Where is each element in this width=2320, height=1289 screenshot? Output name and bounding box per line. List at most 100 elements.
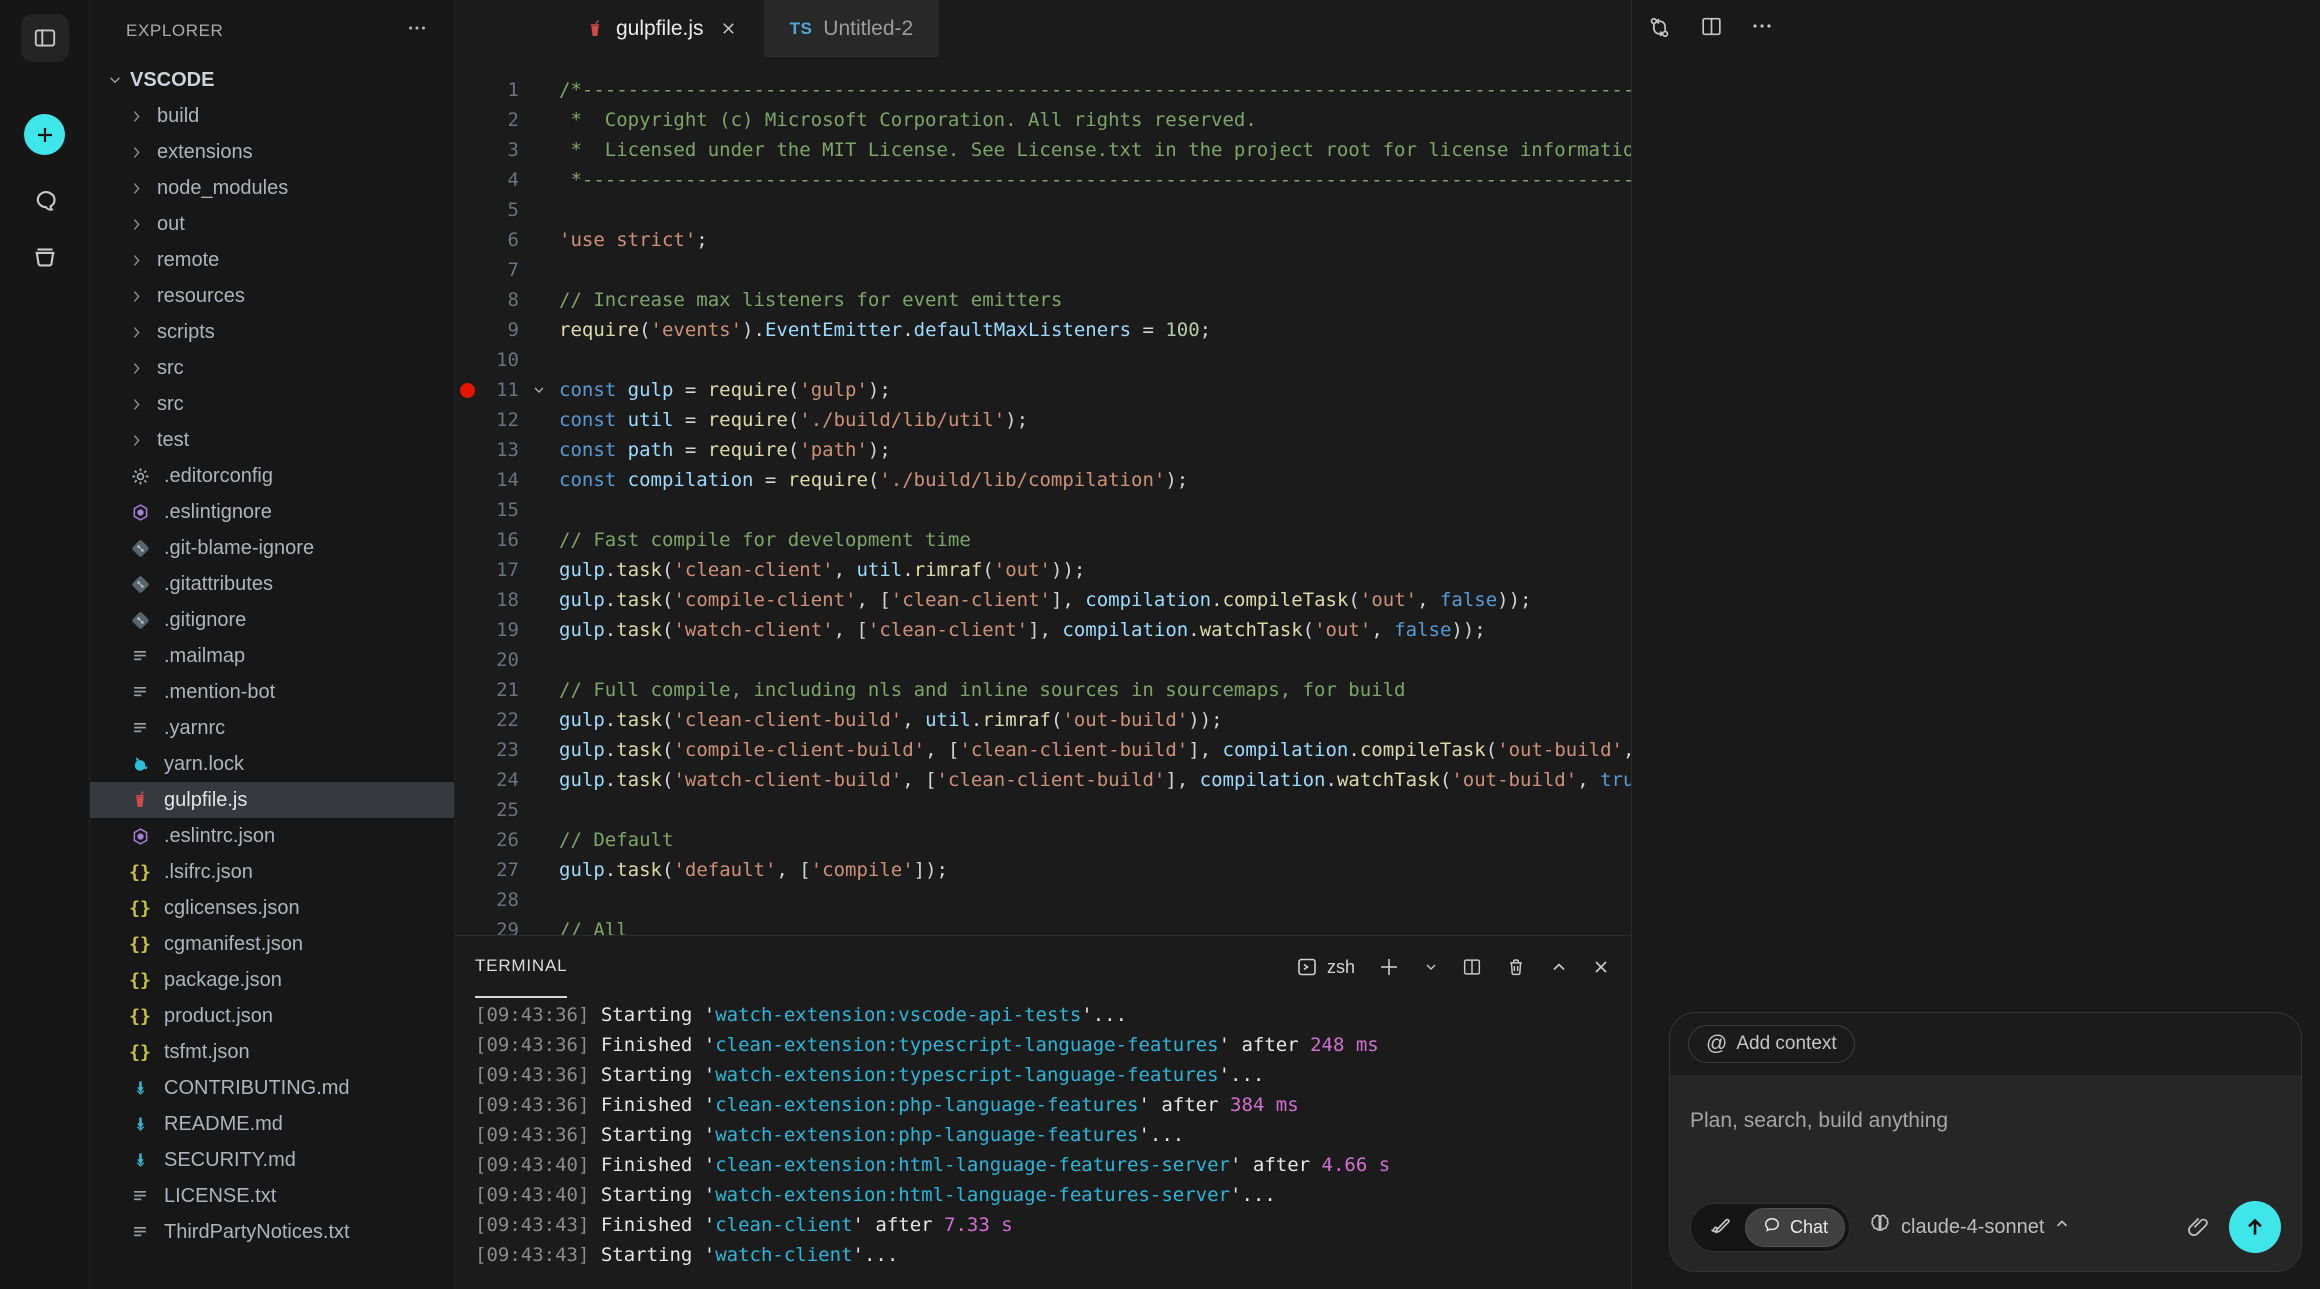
editor-tab[interactable]: TSUntitled-2 xyxy=(764,0,940,57)
composer-input-area[interactable]: Plan, search, build anything Chat xyxy=(1670,1075,2301,1271)
file-item[interactable]: .eslintignore xyxy=(90,494,454,530)
folder-item[interactable]: scripts xyxy=(90,314,454,350)
file-tree: build extensionsnode_modulesoutremotereso… xyxy=(90,98,454,1250)
chat-bubbles-button[interactable] xyxy=(30,185,60,215)
file-item[interactable]: {}cgmanifest.json xyxy=(90,926,454,962)
folder-item[interactable]: node_modules xyxy=(90,170,454,206)
folder-item-label: src xyxy=(157,393,184,416)
file-item[interactable]: .editorconfig xyxy=(90,458,454,494)
file-item[interactable]: .mailmap xyxy=(90,638,454,674)
folder-item[interactable]: resources xyxy=(90,278,454,314)
file-item[interactable]: .gitignore xyxy=(90,602,454,638)
folder-item-label: test xyxy=(157,429,189,452)
archive-box-button[interactable] xyxy=(30,241,60,271)
folder-item[interactable]: src xyxy=(90,350,454,386)
ts-icon: TS xyxy=(790,19,813,39)
folder-item[interactable]: extensions xyxy=(90,134,454,170)
file-item[interactable]: SECURITY.md xyxy=(90,1142,454,1178)
terminal-output[interactable]: [09:43:36] Starting 'watch-extension:vsc… xyxy=(455,998,1631,1289)
file-item-label: .gitignore xyxy=(164,609,246,632)
file-item-label: package.json xyxy=(164,969,282,992)
close-panel-icon[interactable] xyxy=(1591,957,1611,977)
file-item[interactable]: LICENSE.txt xyxy=(90,1178,454,1214)
code-line: 14const compilation = require('./build/l… xyxy=(455,465,1631,495)
line-number: 25 xyxy=(479,795,519,825)
terminal-dropdown-icon[interactable] xyxy=(1423,959,1439,975)
folder-item-label: src xyxy=(157,357,184,380)
line-number: 8 xyxy=(479,285,519,315)
attach-file-icon[interactable] xyxy=(2185,1214,2211,1240)
git-icon xyxy=(130,574,151,595)
chat-pane: @ Add context Plan, search, build anythi… xyxy=(1631,0,2320,1289)
file-item-label: .yarnrc xyxy=(164,717,225,740)
file-item[interactable]: .git-blame-ignore xyxy=(90,530,454,566)
editor-tab[interactable]: gulpfile.js xyxy=(559,0,764,57)
tab-label: gulpfile.js xyxy=(616,17,704,41)
file-item[interactable]: {}tsfmt.json xyxy=(90,1034,454,1070)
split-icon[interactable] xyxy=(1699,14,1724,41)
terminal-tab[interactable]: TERMINAL xyxy=(475,936,567,998)
fold-chevron-icon[interactable] xyxy=(531,382,547,398)
folder-item[interactable]: src xyxy=(90,386,454,422)
line-number: 1 xyxy=(479,75,519,105)
send-button[interactable] xyxy=(2229,1201,2281,1253)
close-tab-icon[interactable] xyxy=(719,19,738,38)
file-item[interactable]: .yarnrc xyxy=(90,710,454,746)
file-item[interactable]: .gitattributes xyxy=(90,566,454,602)
file-item[interactable]: yarn.lock xyxy=(90,746,454,782)
file-item[interactable]: .mention-bot xyxy=(90,674,454,710)
file-item[interactable]: {}product.json xyxy=(90,998,454,1034)
kill-terminal-icon[interactable] xyxy=(1505,956,1527,978)
code-line: 4 *-------------------------------------… xyxy=(455,165,1631,195)
chat-mode-chip[interactable]: Chat xyxy=(1745,1208,1845,1247)
lines-icon xyxy=(130,682,150,702)
folder-item[interactable]: remote xyxy=(90,242,454,278)
file-item-label: yarn.lock xyxy=(164,753,244,776)
chevron-right-icon xyxy=(128,360,145,377)
folder-item[interactable]: out xyxy=(90,206,454,242)
md-icon xyxy=(130,1078,151,1099)
file-item[interactable]: ThirdPartyNotices.txt xyxy=(90,1214,454,1250)
model-selector[interactable]: claude-4-sonnet xyxy=(1868,1212,2071,1242)
split-terminal-icon[interactable] xyxy=(1461,956,1483,978)
maximize-panel-icon[interactable] xyxy=(1549,957,1569,977)
file-item[interactable]: {}cglicenses.json xyxy=(90,890,454,926)
folder-item-label: build xyxy=(157,105,199,128)
file-item[interactable]: {}.lsifrc.json xyxy=(90,854,454,890)
git-icon xyxy=(130,538,151,559)
model-chevron-up-icon xyxy=(2053,1215,2071,1239)
mode-toggle[interactable]: Chat xyxy=(1690,1203,1850,1252)
folder-item[interactable]: build xyxy=(90,98,454,134)
line-number: 21 xyxy=(479,675,519,705)
line-number: 23 xyxy=(479,735,519,765)
breakpoint-dot[interactable] xyxy=(460,383,475,398)
folder-item[interactable]: test xyxy=(90,422,454,458)
code-line: 29// All xyxy=(455,915,1631,935)
sidebar-toggle-button[interactable] xyxy=(21,14,69,62)
code-line: 21// Full compile, including nls and inl… xyxy=(455,675,1631,705)
add-context-button[interactable]: @ Add context xyxy=(1688,1025,1855,1063)
file-item[interactable]: .eslintrc.json xyxy=(90,818,454,854)
file-item[interactable]: gulpfile.js xyxy=(90,782,454,818)
workspace-root[interactable]: VSCODE xyxy=(90,62,454,98)
file-item[interactable]: README.md xyxy=(90,1106,454,1142)
new-chat-plus-button[interactable] xyxy=(24,114,65,155)
swap-icon[interactable] xyxy=(1646,14,1673,41)
code-line: 9require('events').EventEmitter.defaultM… xyxy=(455,315,1631,345)
line-number: 26 xyxy=(479,825,519,855)
line-number: 4 xyxy=(479,165,519,195)
git-icon xyxy=(130,610,151,631)
edit-mode-icon[interactable] xyxy=(1695,1209,1745,1245)
shell-indicator[interactable]: zsh xyxy=(1295,955,1355,979)
line-number: 22 xyxy=(479,705,519,735)
file-item[interactable]: {}package.json xyxy=(90,962,454,998)
new-terminal-icon[interactable] xyxy=(1377,955,1401,979)
file-item[interactable]: CONTRIBUTING.md xyxy=(90,1070,454,1106)
app-window: EXPLORER VSCODE build extensionsnode_modu… xyxy=(0,0,2320,1289)
code-editor[interactable]: 1/*-------------------------------------… xyxy=(455,57,1631,935)
json-icon: {} xyxy=(129,934,151,955)
explorer-title: EXPLORER xyxy=(126,21,223,41)
explorer-more-icon[interactable] xyxy=(406,17,428,45)
chevron-right-icon xyxy=(128,288,145,305)
more-icon[interactable] xyxy=(1750,14,1774,41)
